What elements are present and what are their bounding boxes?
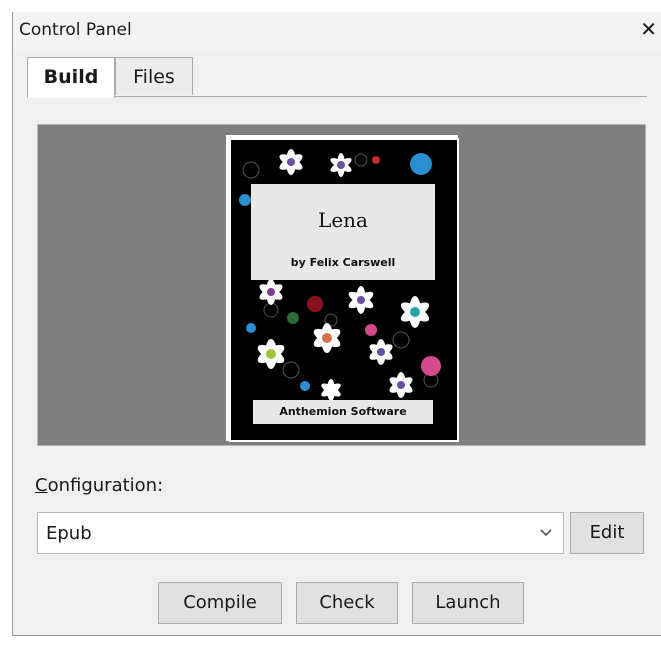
configuration-select[interactable]: Epub bbox=[37, 512, 564, 554]
title-bar: Control Panel ✕ bbox=[13, 12, 661, 50]
tab-divider bbox=[27, 96, 647, 97]
launch-button[interactable]: Launch bbox=[412, 582, 524, 624]
edit-button[interactable]: Edit bbox=[570, 512, 644, 554]
chevron-down-icon bbox=[540, 529, 552, 537]
close-icon[interactable]: ✕ bbox=[640, 19, 657, 39]
cover-preview: Lena by Felix Carswell Anthemion Softwar… bbox=[37, 124, 646, 446]
book-author: by Felix Carswell bbox=[290, 256, 396, 269]
book-cover: Lena by Felix Carswell Anthemion Softwar… bbox=[229, 138, 459, 442]
book-cover-frame: Lena by Felix Carswell Anthemion Softwar… bbox=[226, 135, 459, 442]
configuration-label: Configuration: bbox=[35, 475, 163, 496]
tab-files[interactable]: Files bbox=[115, 57, 193, 95]
book-title: Lena bbox=[318, 208, 368, 232]
check-button[interactable]: Check bbox=[296, 582, 398, 624]
panel-title: Control Panel bbox=[19, 20, 132, 40]
cover-title-box: Lena by Felix Carswell bbox=[251, 184, 435, 280]
configuration-value: Epub bbox=[46, 523, 92, 544]
tab-build[interactable]: Build bbox=[27, 57, 115, 98]
cover-publisher: Anthemion Software bbox=[253, 400, 433, 424]
compile-button[interactable]: Compile bbox=[158, 582, 282, 624]
control-panel: Control Panel ✕ Build Files Lena by Feli… bbox=[12, 12, 661, 636]
configuration-label-text: onfiguration: bbox=[47, 475, 164, 496]
configuration-label-accelerator: C bbox=[35, 475, 48, 496]
